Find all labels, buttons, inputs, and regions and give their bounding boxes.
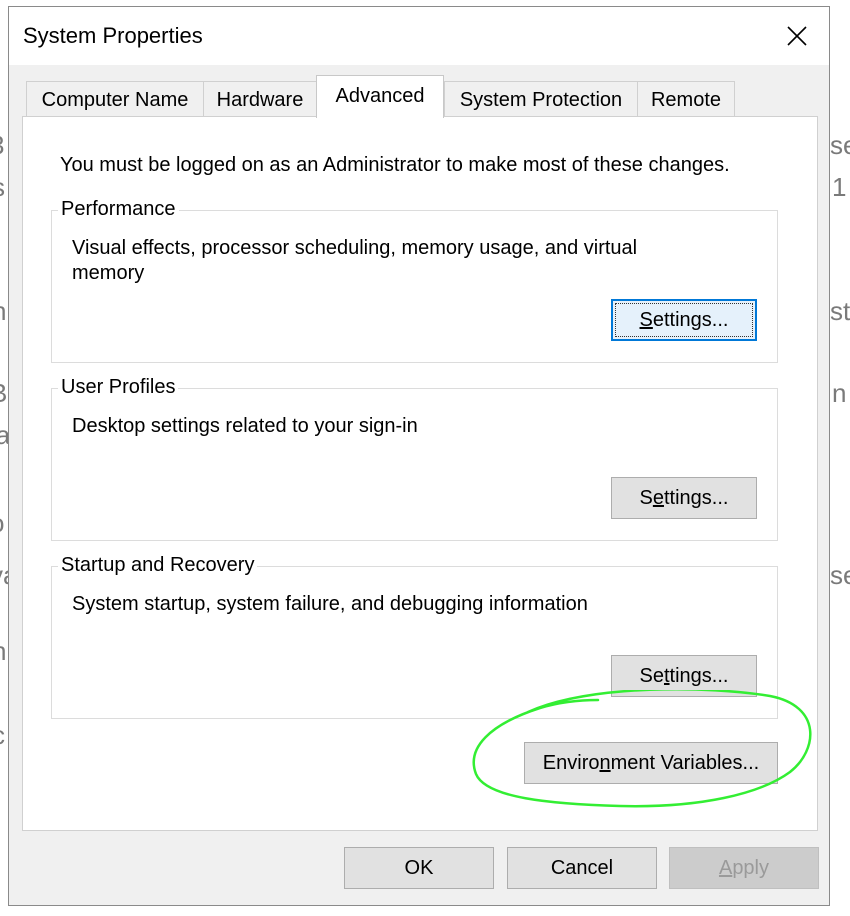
background-text: n	[832, 378, 847, 408]
background-text: se	[830, 130, 850, 160]
background-text: 1	[832, 172, 847, 202]
tab-remote[interactable]: Remote	[637, 81, 735, 117]
system-properties-dialog: System Properties Computer Name Hardware…	[8, 6, 830, 906]
close-icon	[787, 26, 807, 46]
tab-computer-name[interactable]: Computer Name	[26, 81, 204, 117]
group-description: System startup, system failure, and debu…	[72, 593, 588, 615]
group-title: User Profiles	[58, 376, 179, 399]
background-text: 3	[0, 130, 4, 161]
group-title: Startup and Recovery	[58, 554, 258, 577]
close-button[interactable]	[765, 7, 829, 65]
dialog-title: System Properties	[23, 23, 203, 48]
cancel-button[interactable]: Cancel	[507, 847, 657, 889]
tab-system-protection[interactable]: System Protection	[444, 81, 638, 117]
background-text: B	[0, 378, 7, 409]
title-bar[interactable]: System Properties	[9, 7, 829, 65]
background-text: o	[0, 508, 4, 539]
user-profiles-settings-button[interactable]: Settings...	[611, 477, 757, 519]
background-text: n	[0, 636, 6, 667]
ok-button[interactable]: OK	[344, 847, 494, 889]
tab-hardware[interactable]: Hardware	[203, 81, 317, 117]
background-text: sti	[830, 296, 850, 326]
group-description: Desktop settings related to your sign-in	[72, 415, 418, 437]
background-text: n	[0, 296, 6, 327]
background-text: s	[0, 172, 5, 203]
group-description: Visual effects, processor scheduling, me…	[72, 237, 638, 284]
tab-advanced[interactable]: Advanced	[316, 75, 444, 118]
performance-group: Performance Visual effects, processor sc…	[51, 198, 778, 363]
user-profiles-group: User Profiles Desktop settings related t…	[51, 376, 778, 541]
background-text: se	[830, 560, 850, 590]
performance-settings-button[interactable]: Settings...	[611, 299, 757, 341]
admin-notice: You must be logged on as an Administrato…	[60, 154, 730, 176]
apply-button[interactable]: Apply	[669, 847, 819, 889]
group-title: Performance	[58, 198, 179, 221]
background-text: c	[0, 720, 5, 751]
